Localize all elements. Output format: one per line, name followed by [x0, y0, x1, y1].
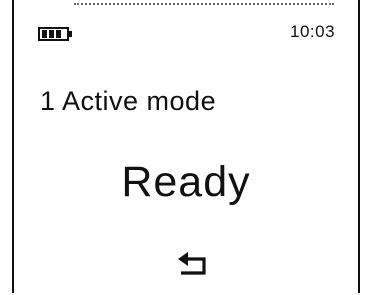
mode-label: 1 Active mode: [40, 86, 217, 116]
device-screen: 10:03 1 Active mode Ready: [12, 0, 360, 293]
status-bar: 10:03: [14, 0, 358, 60]
battery-icon: [38, 27, 74, 41]
clock: 10:03: [290, 22, 336, 41]
back-button[interactable]: [176, 250, 216, 278]
status-text: Ready: [121, 158, 251, 206]
return-arrow-icon: [178, 252, 206, 275]
